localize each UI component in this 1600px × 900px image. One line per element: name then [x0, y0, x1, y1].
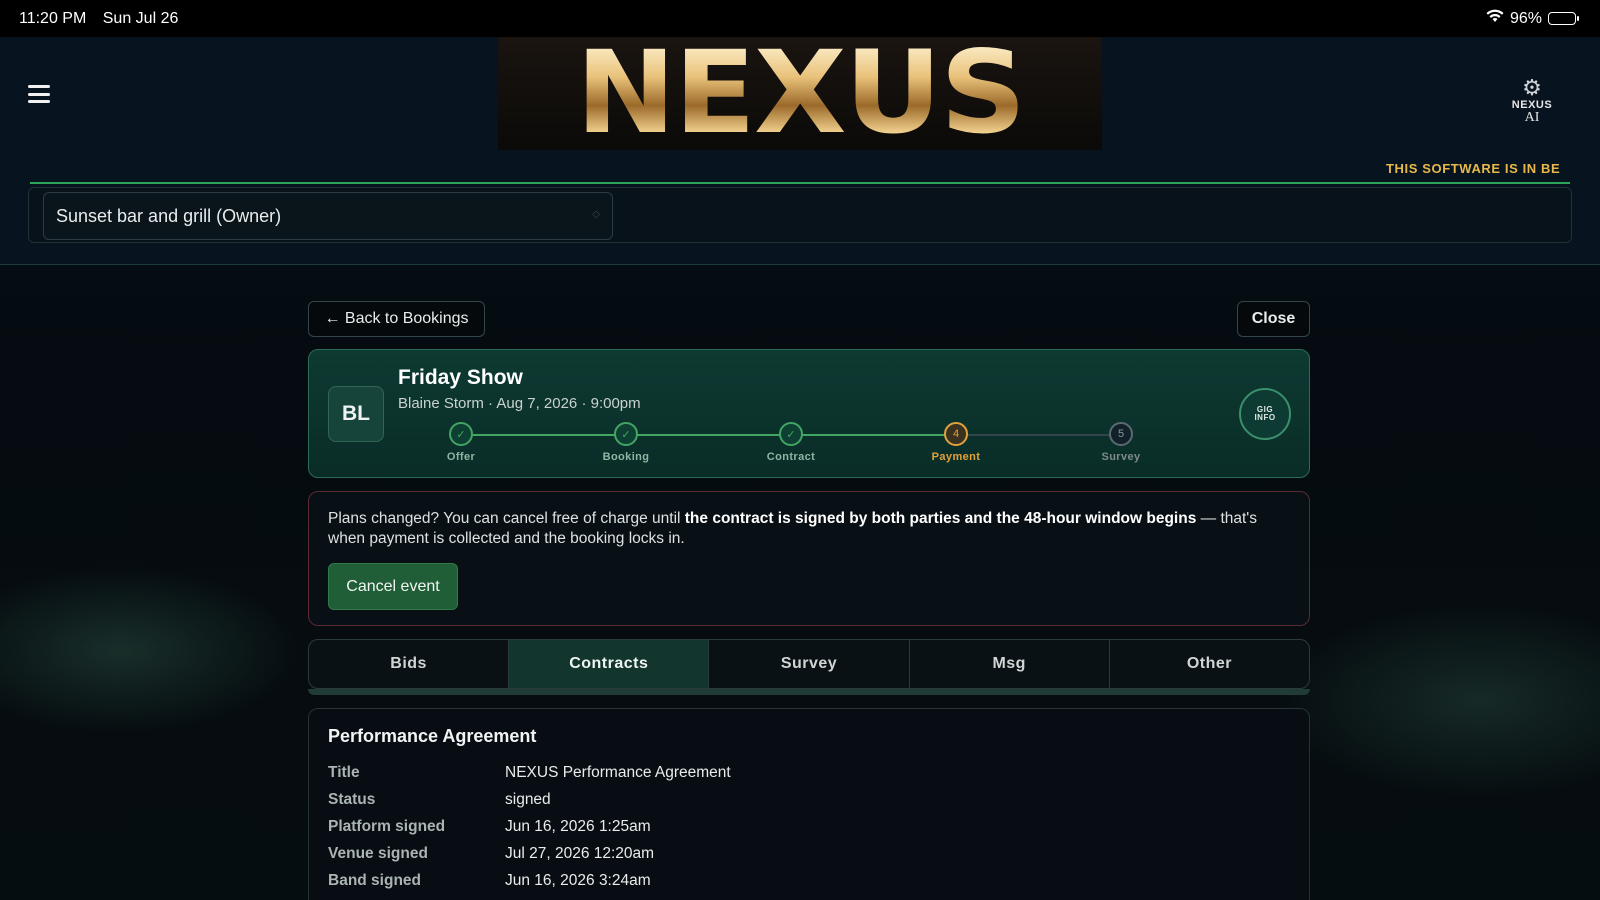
cancel-event-label: Cancel event	[346, 577, 440, 595]
step-contract-label: Contract	[766, 451, 816, 463]
app-header: NEXUS ⚙ NEXUS AI THIS SOFTWARE IS IN BE …	[0, 27, 1600, 265]
tab-contracts[interactable]: Contracts	[509, 640, 710, 688]
notice-text-bold: the contract is signed by both parties a…	[684, 510, 1197, 527]
nexus-logo: NEXUS	[498, 27, 1102, 160]
stepper-track-todo	[956, 434, 1121, 436]
stepper-track-done	[461, 434, 956, 436]
row-value: Jun 16, 2026 1:25am	[505, 818, 651, 835]
venue-select[interactable]: Sunset bar and grill (Owner) ◇	[43, 192, 613, 240]
step-survey-icon: 5	[1109, 422, 1133, 446]
performance-agreement-card: Performance Agreement Title NEXUS Perfor…	[308, 708, 1310, 900]
gig-info-line2: INFO	[1254, 413, 1276, 422]
nexus-ai-badge[interactable]: ⚙ NEXUS AI	[1506, 69, 1558, 125]
tab-other[interactable]: Other	[1110, 640, 1309, 688]
row-value: Jul 27, 2026 12:20am	[505, 845, 655, 862]
row-key: Venue signed	[328, 845, 428, 862]
notice-text: Plans changed? You can cancel free of ch…	[328, 509, 1288, 549]
progress-stepper: ✓ Offer ✓ Booking ✓ Contract 4 Payment 5…	[447, 422, 1149, 463]
logo-text: NEXUS	[575, 27, 1027, 160]
step-payment-icon: 4	[944, 422, 968, 446]
header-divider	[30, 182, 1570, 184]
wifi-icon	[1486, 9, 1504, 28]
venue-bar: Sunset bar and grill (Owner) ◇	[28, 187, 1572, 243]
tab-underline	[308, 689, 1310, 695]
cancellation-notice: Plans changed? You can cancel free of ch…	[308, 491, 1310, 626]
booking-tabs: Bids Contracts Survey Msg Other	[308, 639, 1310, 689]
gig-card: BL Friday Show Blaine Storm · Aug 7, 202…	[308, 349, 1310, 478]
status-time: 11:20 PM	[19, 9, 87, 27]
row-value: NEXUS Performance Agreement	[505, 764, 731, 781]
step-offer-icon: ✓	[449, 422, 473, 446]
tab-bids[interactable]: Bids	[309, 640, 510, 688]
back-label: ← Back to Bookings	[324, 310, 469, 327]
ai-badge-line2: AI	[1524, 110, 1540, 125]
step-booking-icon: ✓	[614, 422, 638, 446]
row-value: signed	[505, 791, 551, 808]
menu-icon[interactable]	[28, 85, 50, 103]
row-value: Jun 16, 2026 3:24am	[505, 872, 651, 889]
row-key: Band signed	[328, 872, 422, 889]
step-contract-icon: ✓	[779, 422, 803, 446]
step-booking-label: Booking	[602, 451, 650, 463]
gig-info-button[interactable]: GIG INFO	[1239, 388, 1291, 440]
battery-icon	[1548, 12, 1579, 25]
close-button[interactable]: Close	[1237, 301, 1310, 337]
row-key: Status	[328, 791, 376, 808]
gig-subtitle: Blaine Storm · Aug 7, 2026 · 9:00pm	[398, 395, 641, 412]
gig-title: Friday Show	[398, 366, 523, 389]
row-key: Title	[328, 764, 360, 781]
beta-banner: THIS SOFTWARE IS IN BE	[1386, 161, 1561, 176]
back-to-bookings-button[interactable]: ← Back to Bookings	[308, 301, 485, 337]
step-offer-label: Offer	[446, 451, 476, 463]
tab-msg[interactable]: Msg	[910, 640, 1110, 688]
row-key: Platform signed	[328, 818, 446, 835]
robot-emblem-icon: ⚙	[1522, 74, 1542, 100]
cancel-event-button[interactable]: Cancel event	[328, 563, 458, 610]
avatar: BL	[328, 386, 384, 442]
chevron-updown-icon: ◇	[592, 209, 600, 220]
battery-percent: 96%	[1509, 9, 1542, 27]
venue-selected-value: Sunset bar and grill (Owner)	[56, 205, 282, 226]
close-label: Close	[1251, 310, 1296, 327]
status-date: Sun Jul 26	[102, 9, 179, 27]
tab-survey[interactable]: Survey	[709, 640, 910, 688]
step-survey-label: Survey	[1101, 451, 1141, 463]
agreement-heading: Performance Agreement	[328, 726, 537, 746]
notice-text-before: Plans changed? You can cancel free of ch…	[328, 510, 685, 527]
step-payment-label: Payment	[931, 451, 981, 463]
